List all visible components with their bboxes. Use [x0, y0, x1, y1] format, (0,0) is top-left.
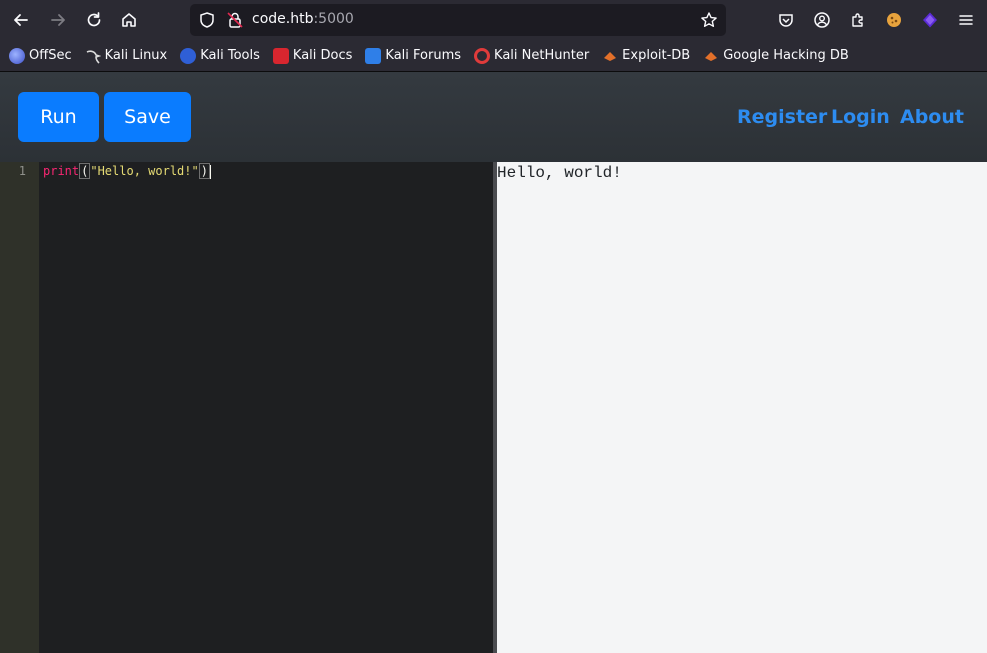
bookmark-label: Kali Linux: [104, 48, 168, 63]
bookmark-label: OffSec: [29, 48, 72, 63]
url-port: :5000: [313, 11, 354, 27]
code-editor[interactable]: 1 print("Hello, world!"): [0, 162, 493, 653]
bookmark-kali-forums[interactable]: Kali Forums: [365, 47, 462, 64]
kali-docs-icon: [272, 47, 289, 64]
offsec-icon: [9, 47, 25, 64]
browser-toolbar: code.htb:5000: [0, 0, 987, 40]
bookmark-kali-linux[interactable]: Kali Linux: [85, 48, 168, 64]
arrow-right-icon: [51, 14, 65, 26]
puzzle-icon: [852, 13, 863, 27]
code-line[interactable]: print("Hello, world!"): [43, 163, 211, 179]
home-button[interactable]: [115, 6, 143, 34]
pocket-button[interactable]: [772, 6, 800, 34]
bookmark-google-hacking-db[interactable]: Google Hacking DB: [703, 48, 849, 64]
save-button[interactable]: Save: [104, 92, 191, 142]
nav-register-link[interactable]: Register: [737, 106, 827, 128]
bookmark-label: Exploit-DB: [622, 48, 691, 63]
reload-icon: [87, 12, 101, 27]
app-menu-button[interactable]: [952, 6, 980, 34]
extension-purple-button[interactable]: [916, 6, 944, 34]
kali-dragon-icon: [85, 48, 102, 64]
back-button[interactable]: [7, 6, 35, 34]
purple-cube-icon: [923, 12, 937, 28]
extension-cookie-button[interactable]: [880, 6, 908, 34]
bookmark-label: Kali NetHunter: [494, 48, 590, 63]
reload-button[interactable]: [80, 6, 108, 34]
line-number: 1: [18, 164, 26, 178]
bookmark-exploit-db[interactable]: Exploit-DB: [602, 48, 690, 64]
bookmark-label: Kali Forums: [385, 48, 462, 63]
bookmark-kali-tools[interactable]: Kali Tools: [180, 47, 260, 64]
bookmark-kali-nethunter[interactable]: Kali NetHunter: [474, 47, 590, 64]
bookmark-kali-docs[interactable]: Kali Docs: [272, 47, 353, 64]
text-cursor: [209, 164, 211, 179]
code-open-paren: (: [79, 163, 91, 179]
bookmark-offsec[interactable]: OffSec: [9, 47, 72, 64]
ghdb-icon: [703, 48, 719, 64]
app-header: Run Save Register Login About: [0, 72, 987, 162]
code-string-token: "Hello, world!": [90, 164, 199, 178]
bookmark-star-icon[interactable]: [700, 11, 718, 29]
bookmark-label: Google Hacking DB: [723, 48, 849, 63]
account-icon: [814, 12, 830, 28]
bookmarks-bar: OffSec Kali Linux Kali Tools Kali Docs K…: [0, 40, 987, 72]
code-function-token: print: [43, 164, 80, 178]
forward-button[interactable]: [44, 6, 72, 34]
exploit-db-icon: [602, 48, 618, 64]
home-icon: [122, 13, 136, 27]
nav-about-link[interactable]: About: [900, 106, 964, 128]
account-button[interactable]: [808, 6, 836, 34]
shield-icon[interactable]: [198, 11, 216, 29]
output-panel: Hello, world!: [497, 162, 987, 653]
url-text[interactable]: code.htb:5000: [252, 11, 354, 27]
editor-gutter: 1: [0, 162, 39, 653]
arrow-left-icon: [14, 14, 28, 26]
run-button[interactable]: Run: [18, 92, 99, 142]
pocket-icon: [779, 14, 793, 27]
hamburger-menu-icon: [959, 15, 973, 25]
lock-insecure-icon[interactable]: [226, 11, 244, 29]
code-close-paren: ): [198, 163, 210, 179]
url-host: code.htb: [252, 11, 314, 27]
nethunter-icon: [474, 47, 491, 64]
cookie-extension-icon: [887, 13, 901, 27]
bookmark-label: Kali Docs: [292, 48, 353, 63]
address-bar[interactable]: code.htb:5000: [190, 4, 726, 36]
kali-tools-icon: [180, 47, 197, 64]
bookmark-label: Kali Tools: [200, 48, 260, 63]
extensions-button[interactable]: [844, 6, 872, 34]
output-text: Hello, world!: [497, 164, 622, 182]
kali-forums-icon: [365, 47, 382, 64]
nav-login-link[interactable]: Login: [831, 106, 890, 128]
